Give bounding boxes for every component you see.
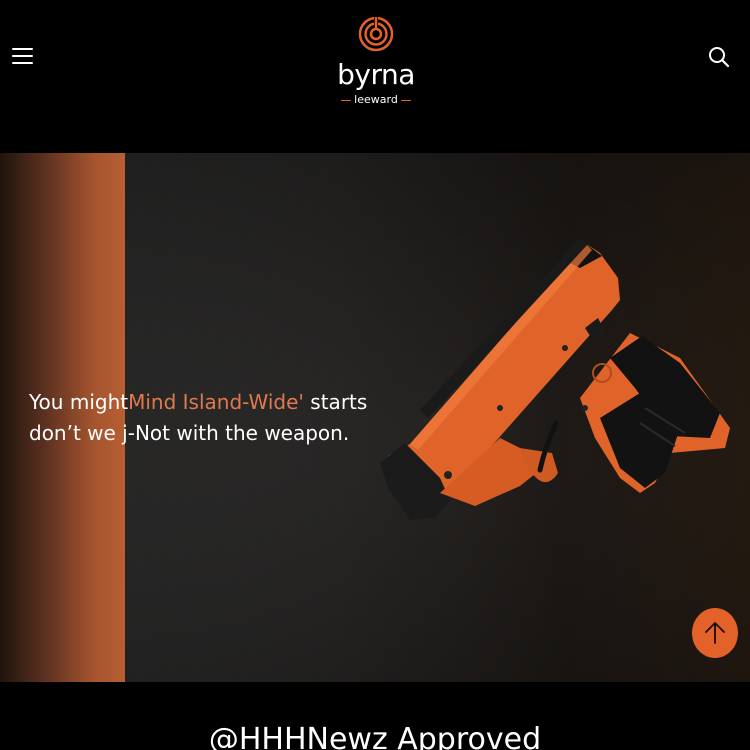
hero-text-line2: don’t we j-Not with the weapon. [29, 421, 350, 445]
hero-banner: You mightMind Island-Wide' starts don’t … [0, 153, 750, 682]
hero-tagline: You mightMind Island-Wide' starts don’t … [29, 387, 399, 449]
menu-icon-bar [12, 55, 33, 57]
hero-text-part1: You might [29, 390, 129, 414]
search-button[interactable] [707, 45, 731, 69]
brand-subtitle: leeward [330, 94, 422, 106]
arrow-up-icon [705, 622, 725, 644]
hero-text-part2: starts [303, 390, 368, 414]
brand-wordmark: byrna [337, 58, 415, 91]
byrna-logo-mark [358, 16, 394, 52]
brand-sub-label: leeward [354, 93, 398, 106]
search-icon [709, 47, 730, 68]
menu-icon-bar [12, 62, 33, 64]
hero-text-accent: Mind Island-Wide' [128, 390, 304, 414]
scroll-to-top-button[interactable] [692, 608, 738, 658]
menu-button[interactable] [12, 46, 34, 66]
menu-icon-bar [12, 48, 33, 50]
pistol-image [380, 238, 730, 520]
approved-section: @HHHNewz Approved [0, 682, 750, 750]
section-title: @HHHNewz Approved [208, 722, 542, 750]
brand-logo[interactable]: byrna leeward [330, 14, 422, 106]
site-header: byrna leeward [0, 0, 750, 153]
